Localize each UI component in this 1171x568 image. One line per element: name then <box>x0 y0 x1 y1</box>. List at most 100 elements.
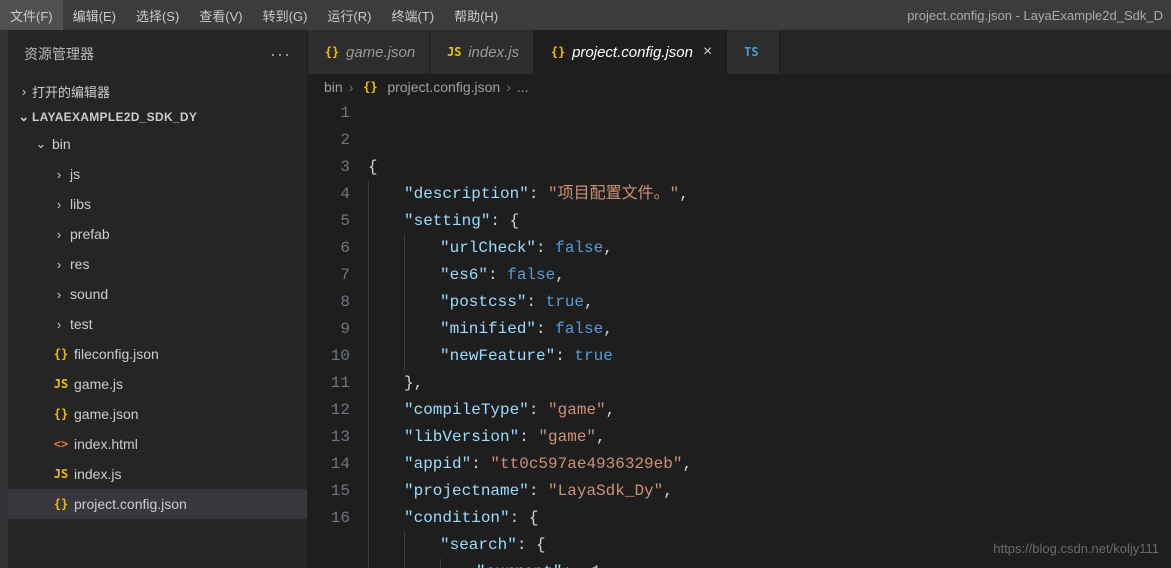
folder-item[interactable]: ›sound <box>8 279 307 309</box>
line-number: 6 <box>308 235 350 262</box>
file-tree: ⌄bin›js›libs›prefab›res›sound›test{}file… <box>8 129 307 519</box>
json-file-icon: {} <box>50 407 72 421</box>
menu-item[interactable]: 终端(T) <box>381 0 444 30</box>
file-item[interactable]: {}fileconfig.json <box>8 339 307 369</box>
code-line[interactable]: { <box>368 154 1171 181</box>
watermark-text: https://blog.csdn.net/koljy111 <box>993 535 1159 562</box>
code-line[interactable]: "newFeature": true <box>368 343 1171 370</box>
tab-label: project.config.json <box>572 44 693 61</box>
window-title: project.config.json - LayaExample2d_Sdk_… <box>907 8 1171 23</box>
chevron-right-icon: › <box>349 79 354 95</box>
folder-item[interactable]: ›js <box>8 159 307 189</box>
chevron-right-icon: › <box>50 227 68 242</box>
file-item[interactable]: <>index.html <box>8 429 307 459</box>
tree-item-label: fileconfig.json <box>72 346 159 362</box>
menu-item[interactable]: 查看(V) <box>189 0 252 30</box>
folder-item[interactable]: ⌄bin <box>8 129 307 159</box>
json-file-icon: {} <box>50 497 72 511</box>
open-editors-label: 打开的编辑器 <box>32 82 110 101</box>
code-line[interactable]: "setting": { <box>368 208 1171 235</box>
chevron-right-icon: › <box>50 167 68 182</box>
chevron-right-icon: › <box>50 197 68 212</box>
code-line[interactable]: "compileType": "game", <box>368 397 1171 424</box>
code-editor[interactable]: 12345678910111213141516 {"description": … <box>308 100 1171 568</box>
chevron-right-icon: › <box>50 257 68 272</box>
line-number: 13 <box>308 424 350 451</box>
titlebar: 文件(F)编辑(E)选择(S)查看(V)转到(G)运行(R)终端(T)帮助(H)… <box>0 0 1171 30</box>
menu-item[interactable]: 选择(S) <box>126 0 189 30</box>
json-file-icon: {} <box>50 347 72 361</box>
code-line[interactable]: "condition": { <box>368 505 1171 532</box>
menu-item[interactable]: 转到(G) <box>253 0 318 30</box>
tree-item-label: sound <box>68 286 108 302</box>
file-item[interactable]: JSindex.js <box>8 459 307 489</box>
menu-item[interactable]: 文件(F) <box>0 0 63 30</box>
file-item[interactable]: {}game.json <box>8 399 307 429</box>
code-line[interactable]: "libVersion": "game", <box>368 424 1171 451</box>
html-file-icon: <> <box>50 437 72 451</box>
code-line[interactable]: "minified": false, <box>368 316 1171 343</box>
json-file-icon: {} <box>322 45 342 59</box>
editor-tab[interactable]: {} project.config.json × <box>534 30 727 74</box>
line-number: 10 <box>308 343 350 370</box>
line-number: 8 <box>308 289 350 316</box>
folder-item[interactable]: ›prefab <box>8 219 307 249</box>
chevron-down-icon: ⌄ <box>32 136 50 152</box>
json-file-icon <box>359 80 381 94</box>
folder-item[interactable]: ›res <box>8 249 307 279</box>
more-actions-icon[interactable]: ··· <box>270 44 291 65</box>
tab-label: game.json <box>346 44 415 61</box>
editor-tab[interactable]: {} game.json <box>308 30 430 74</box>
code-line[interactable]: }, <box>368 370 1171 397</box>
project-name-label: LAYAEXAMPLE2D_SDK_DY <box>32 110 197 124</box>
line-number: 7 <box>308 262 350 289</box>
close-icon[interactable]: × <box>703 43 712 61</box>
file-item[interactable]: JSgame.js <box>8 369 307 399</box>
tree-item-label: libs <box>68 196 91 212</box>
explorer-header: 资源管理器 ··· <box>8 30 307 78</box>
line-number: 15 <box>308 478 350 505</box>
code-line[interactable]: "appid": "tt0c597ae4936329eb", <box>368 451 1171 478</box>
tab-label: index.js <box>468 44 519 61</box>
line-number: 1 <box>308 100 350 127</box>
open-editors-section[interactable]: › 打开的编辑器 <box>8 78 307 105</box>
menubar: 文件(F)编辑(E)选择(S)查看(V)转到(G)运行(R)终端(T)帮助(H) <box>0 0 508 30</box>
tree-item-label: prefab <box>68 226 110 242</box>
activity-bar[interactable] <box>0 30 8 568</box>
menu-item[interactable]: 帮助(H) <box>444 0 508 30</box>
line-number: 12 <box>308 397 350 424</box>
code-line[interactable]: "projectname": "LayaSdk_Dy", <box>368 478 1171 505</box>
chevron-right-icon: › <box>50 287 68 302</box>
line-number: 14 <box>308 451 350 478</box>
tree-item-label: res <box>68 256 89 272</box>
folder-item[interactable]: ›test <box>8 309 307 339</box>
js-file-icon: JS <box>50 467 72 481</box>
code-content[interactable]: {"description": "项目配置文件。","setting": {"u… <box>368 100 1171 568</box>
line-number-gutter: 12345678910111213141516 <box>308 100 368 568</box>
breadcrumb[interactable]: bin › project.config.json › ... <box>308 74 1171 100</box>
code-line[interactable]: "postcss": true, <box>368 289 1171 316</box>
editor-tabs: {} game.json JSindex.js {} project.config.js… <box>308 30 1171 74</box>
json-file-icon: {} <box>548 45 568 59</box>
editor-tab[interactable]: JSindex.js <box>430 30 534 74</box>
editor-tab[interactable]: TS <box>727 30 780 74</box>
code-line[interactable]: "description": "项目配置文件。", <box>368 181 1171 208</box>
menu-item[interactable]: 编辑(E) <box>63 0 126 30</box>
breadcrumb-part[interactable]: ... <box>517 79 529 95</box>
project-section[interactable]: ⌄ LAYAEXAMPLE2D_SDK_DY <box>8 105 307 129</box>
tree-item-label: bin <box>50 136 71 152</box>
chevron-right-icon: › <box>50 317 68 332</box>
file-item[interactable]: {}project.config.json <box>8 489 307 519</box>
line-number: 5 <box>308 208 350 235</box>
folder-item[interactable]: ›libs <box>8 189 307 219</box>
menu-item[interactable]: 运行(R) <box>317 0 381 30</box>
tree-item-label: game.json <box>72 406 139 422</box>
code-line[interactable]: "es6": false, <box>368 262 1171 289</box>
tree-item-label: index.js <box>72 466 121 482</box>
breadcrumb-part[interactable]: bin <box>324 79 343 95</box>
line-number: 2 <box>308 127 350 154</box>
breadcrumb-part[interactable]: project.config.json <box>387 79 500 95</box>
code-line[interactable]: "urlCheck": false, <box>368 235 1171 262</box>
tree-item-label: test <box>68 316 93 332</box>
tree-item-label: game.js <box>72 376 123 392</box>
